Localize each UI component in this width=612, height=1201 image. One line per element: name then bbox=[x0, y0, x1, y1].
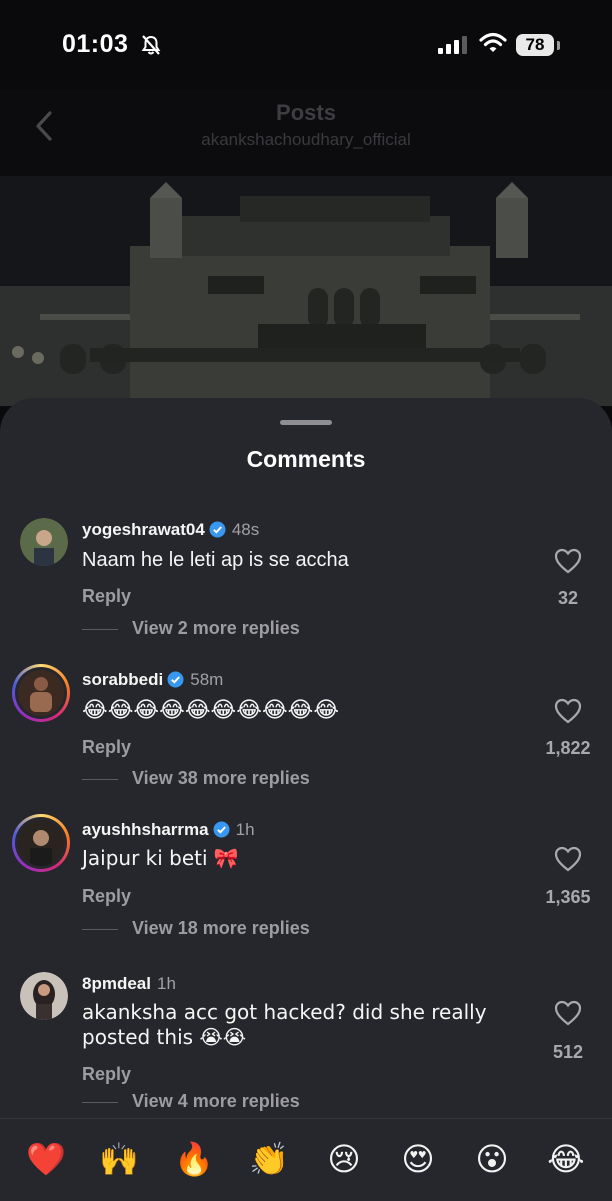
avatar[interactable] bbox=[20, 518, 68, 566]
verified-badge-icon bbox=[167, 671, 184, 688]
like-count: 1,365 bbox=[545, 887, 591, 907]
palace-illustration bbox=[0, 176, 612, 406]
reply-divider bbox=[82, 1101, 118, 1103]
reply-button[interactable]: Reply bbox=[82, 886, 131, 907]
reply-divider bbox=[82, 628, 118, 630]
view-more-replies-label: View 2 more replies bbox=[132, 618, 300, 638]
reaction-fire[interactable]: 🔥 bbox=[172, 1139, 216, 1179]
reaction-surprised[interactable]: 😮 bbox=[470, 1139, 514, 1179]
battery-icon: 78 bbox=[516, 34, 554, 56]
reaction-heart[interactable]: ❤️ bbox=[24, 1139, 68, 1179]
heart-icon[interactable] bbox=[554, 548, 582, 574]
view-more-replies[interactable]: View 18 more replies bbox=[82, 918, 310, 939]
clock: 01:03 bbox=[62, 30, 129, 58]
view-more-replies[interactable]: View 2 more replies bbox=[82, 618, 300, 639]
comment-header: 8pmdeal 1h bbox=[82, 974, 176, 994]
heart-icon[interactable] bbox=[554, 846, 582, 872]
reaction-bar: ❤️ 🙌 🔥 👏 😢 😍 😮 😂 bbox=[0, 1118, 612, 1201]
view-more-replies-label: View 18 more replies bbox=[132, 918, 310, 938]
wifi-icon bbox=[479, 32, 507, 52]
like-count: 32 bbox=[557, 588, 579, 608]
comment-text: Jaipur ki beti 🎀 bbox=[82, 846, 239, 870]
avatar[interactable] bbox=[12, 664, 70, 722]
username[interactable]: 8pmdeal bbox=[82, 974, 151, 993]
verified-badge-icon bbox=[213, 821, 230, 838]
reply-button[interactable]: Reply bbox=[82, 1064, 131, 1085]
like-count: 1,822 bbox=[545, 738, 591, 758]
post-image bbox=[0, 176, 612, 406]
comment-header: ayushhsharrma 1h bbox=[82, 820, 255, 840]
page-subtitle[interactable]: akankshachoudhary_official bbox=[0, 130, 612, 150]
reaction-crying[interactable]: 😢 bbox=[322, 1139, 366, 1179]
comment-text: akanksha acc got hacked? did she really … bbox=[82, 1000, 487, 1049]
comment-time: 58m bbox=[190, 670, 224, 689]
view-more-replies[interactable]: View 4 more replies bbox=[82, 1091, 300, 1112]
comment-time: 48s bbox=[231, 520, 260, 539]
heart-icon[interactable] bbox=[554, 698, 582, 724]
comment-time: 1h bbox=[235, 820, 255, 839]
reaction-laughing[interactable]: 😂 bbox=[544, 1139, 588, 1179]
reply-divider bbox=[82, 928, 118, 930]
reaction-clap[interactable]: 👏 bbox=[247, 1139, 291, 1179]
heart-icon[interactable] bbox=[554, 1000, 582, 1026]
signal-icon bbox=[438, 36, 467, 54]
sheet-grabber[interactable] bbox=[280, 420, 332, 425]
reply-button[interactable]: Reply bbox=[82, 737, 131, 758]
username[interactable]: ayushhsharrma bbox=[82, 820, 209, 839]
reply-button[interactable]: Reply bbox=[82, 586, 131, 607]
username[interactable]: yogeshrawat04 bbox=[82, 520, 205, 539]
status-bar: 01:03 78 bbox=[0, 0, 612, 90]
username[interactable]: sorabbedi bbox=[82, 670, 163, 689]
comment-time: 1h bbox=[156, 974, 176, 993]
view-more-replies-label: View 4 more replies bbox=[132, 1091, 300, 1111]
sheet-title: Comments bbox=[246, 446, 366, 472]
view-more-replies-label: View 38 more replies bbox=[132, 768, 310, 788]
comment-text: 😂😂😂😂😂😂😂😂😂😂 bbox=[82, 698, 340, 723]
reply-divider bbox=[82, 778, 118, 780]
avatar[interactable] bbox=[20, 972, 68, 1020]
like-count: 512 bbox=[552, 1042, 584, 1062]
avatar[interactable] bbox=[12, 814, 70, 872]
reaction-raising-hands[interactable]: 🙌 bbox=[97, 1139, 141, 1179]
bell-slash-icon bbox=[141, 35, 161, 55]
view-more-replies[interactable]: View 38 more replies bbox=[82, 768, 310, 789]
comment-header: yogeshrawat04 48s bbox=[82, 520, 259, 540]
comment-text: Naam he le leti ap is se accha bbox=[82, 549, 349, 571]
verified-badge-icon bbox=[209, 521, 226, 538]
page-title: Posts bbox=[276, 100, 336, 125]
battery-nub bbox=[557, 41, 560, 50]
reaction-heart-eyes[interactable]: 😍 bbox=[396, 1139, 440, 1179]
comment-header: sorabbedi 58m bbox=[82, 670, 223, 690]
